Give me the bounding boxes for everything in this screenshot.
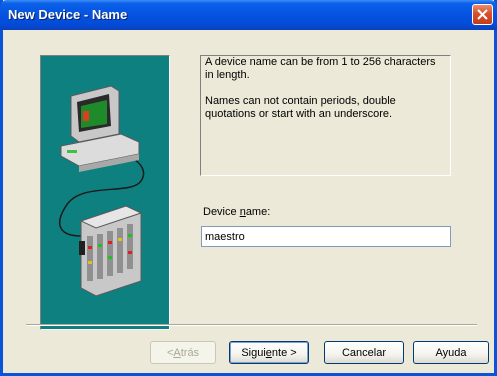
button-separator — [26, 324, 477, 326]
computer-icon — [60, 85, 140, 172]
device-name-input[interactable] — [201, 226, 451, 247]
character-rule-text: Names can not contain periods, double qu… — [205, 95, 396, 120]
device-name-label: Device name: — [203, 206, 270, 218]
new-device-dialog: New Device - Name A device name can be f… — [0, 0, 497, 376]
cancel-button[interactable]: Cancelar — [324, 341, 404, 364]
plc-device-icon — [79, 205, 143, 297]
help-button-label: Ayuda — [435, 346, 467, 359]
back-button-rest: trás — [180, 346, 200, 359]
next-button-pre: Sigui — [241, 346, 266, 359]
device-illustration — [40, 55, 170, 330]
length-rule-text: A device name can be from 1 to 256 chara… — [205, 56, 436, 81]
device-name-label-post: ame: — [245, 206, 271, 218]
back-button[interactable]: < Atrás — [150, 341, 216, 364]
next-button-post: nte > — [271, 346, 297, 359]
close-button[interactable] — [472, 4, 493, 25]
close-icon — [477, 9, 488, 20]
cancel-button-label: Cancelar — [341, 346, 387, 359]
help-button[interactable]: Ayuda — [413, 341, 489, 364]
window-title: New Device - Name — [8, 7, 128, 22]
next-button[interactable]: Sigui e nte > — [229, 341, 309, 364]
name-rules-panel: A device name can be from 1 to 256 chara… — [200, 55, 451, 176]
back-button-accel: A — [173, 346, 181, 359]
title-bar: New Device - Name — [0, 0, 497, 30]
device-name-label-pre: Device — [203, 206, 240, 218]
